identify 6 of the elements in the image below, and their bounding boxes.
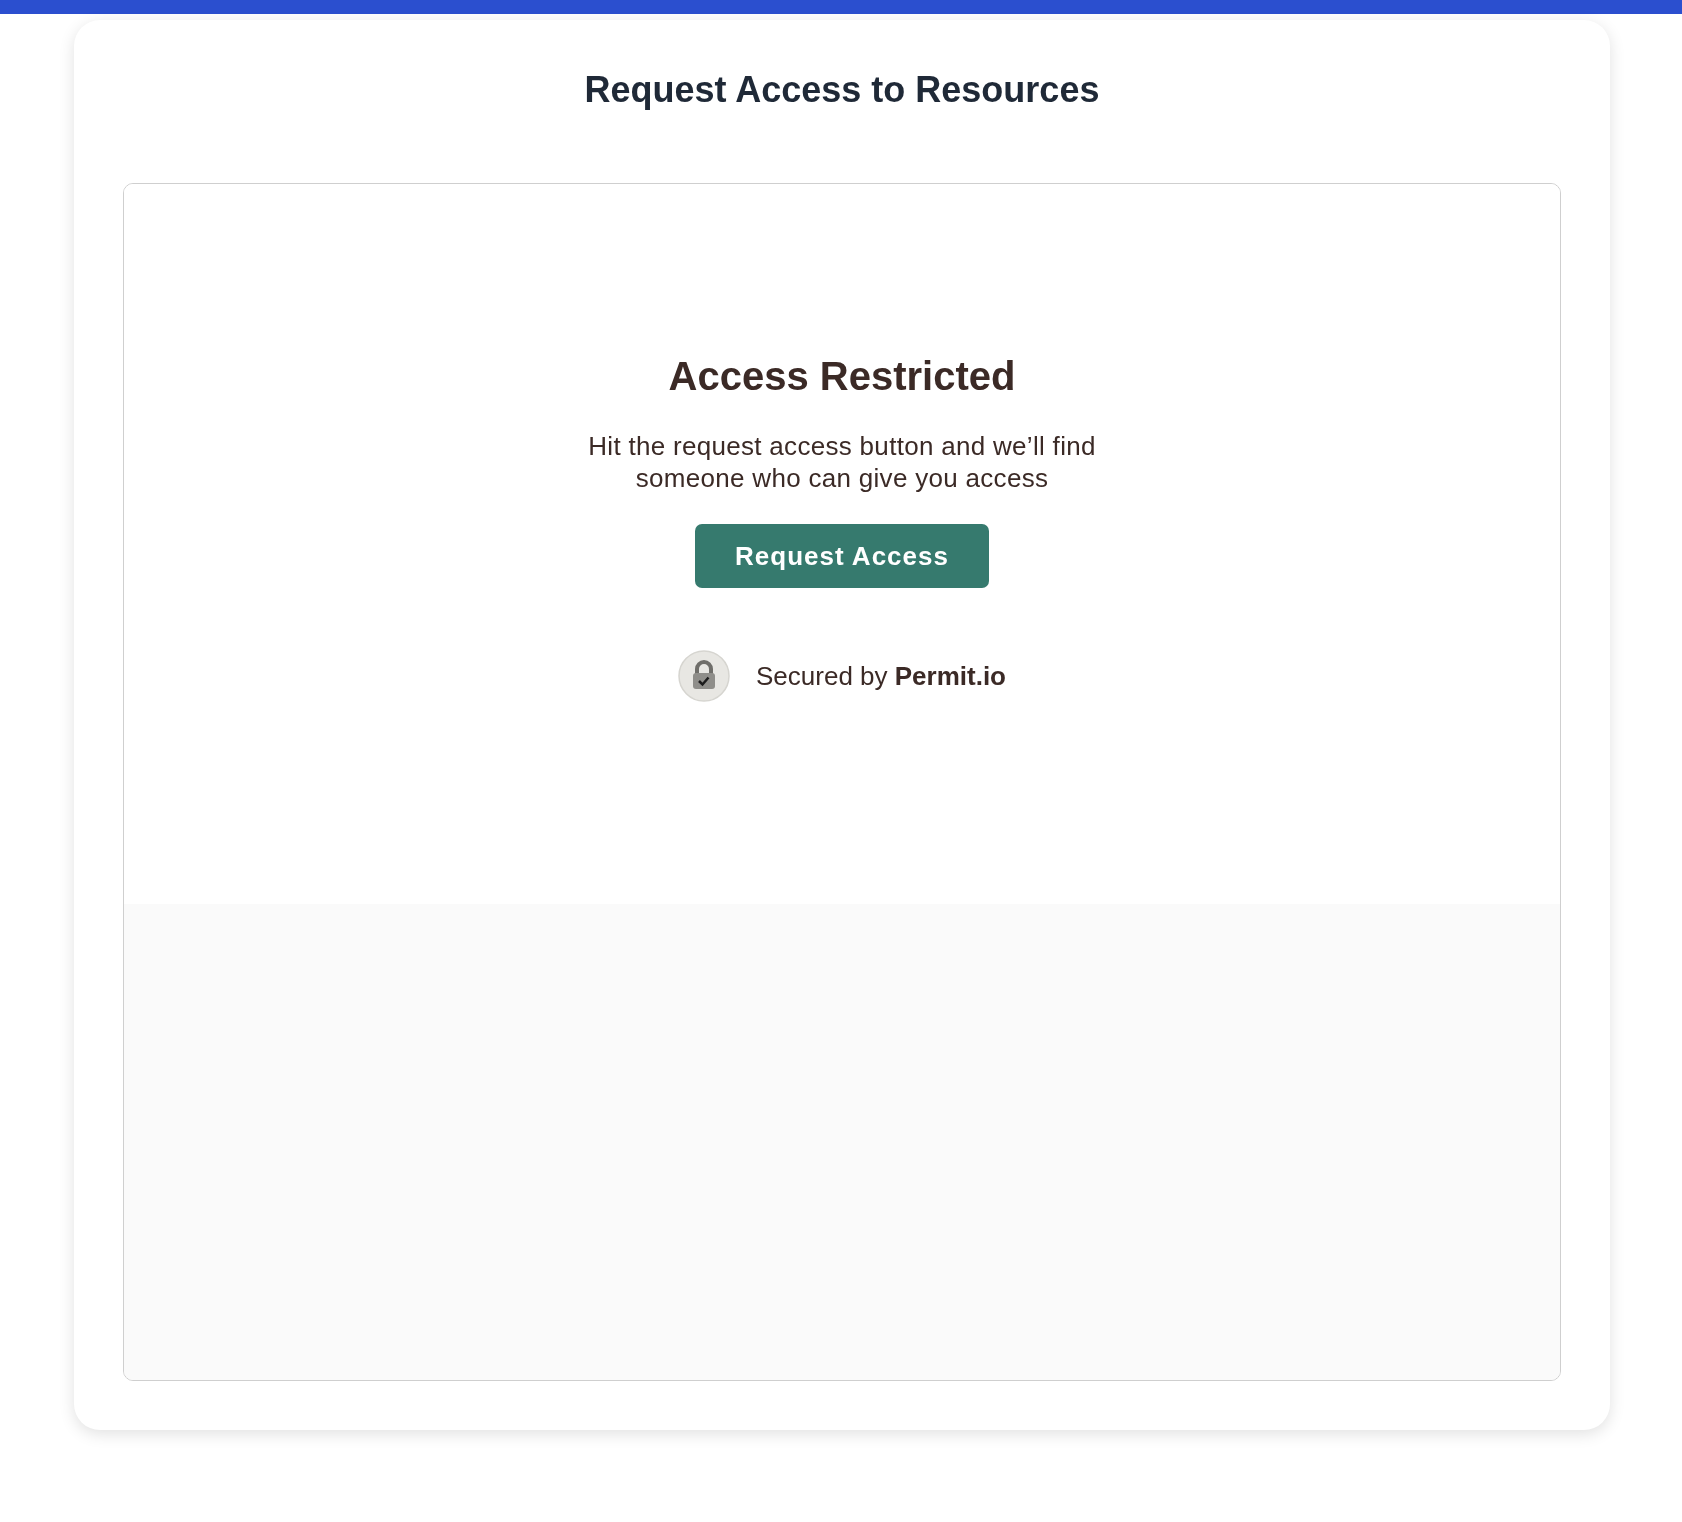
heading: Access Restricted	[668, 353, 1016, 400]
message-text: Hit the request access button and we’ll find someone who can give you access	[587, 430, 1097, 494]
page-title: Request Access to Resources	[583, 68, 1101, 112]
secured-by-text: Secured by Permit.io	[756, 659, 1006, 693]
request-access-button[interactable]: Request Access	[695, 524, 989, 588]
lock-icon	[678, 650, 730, 702]
